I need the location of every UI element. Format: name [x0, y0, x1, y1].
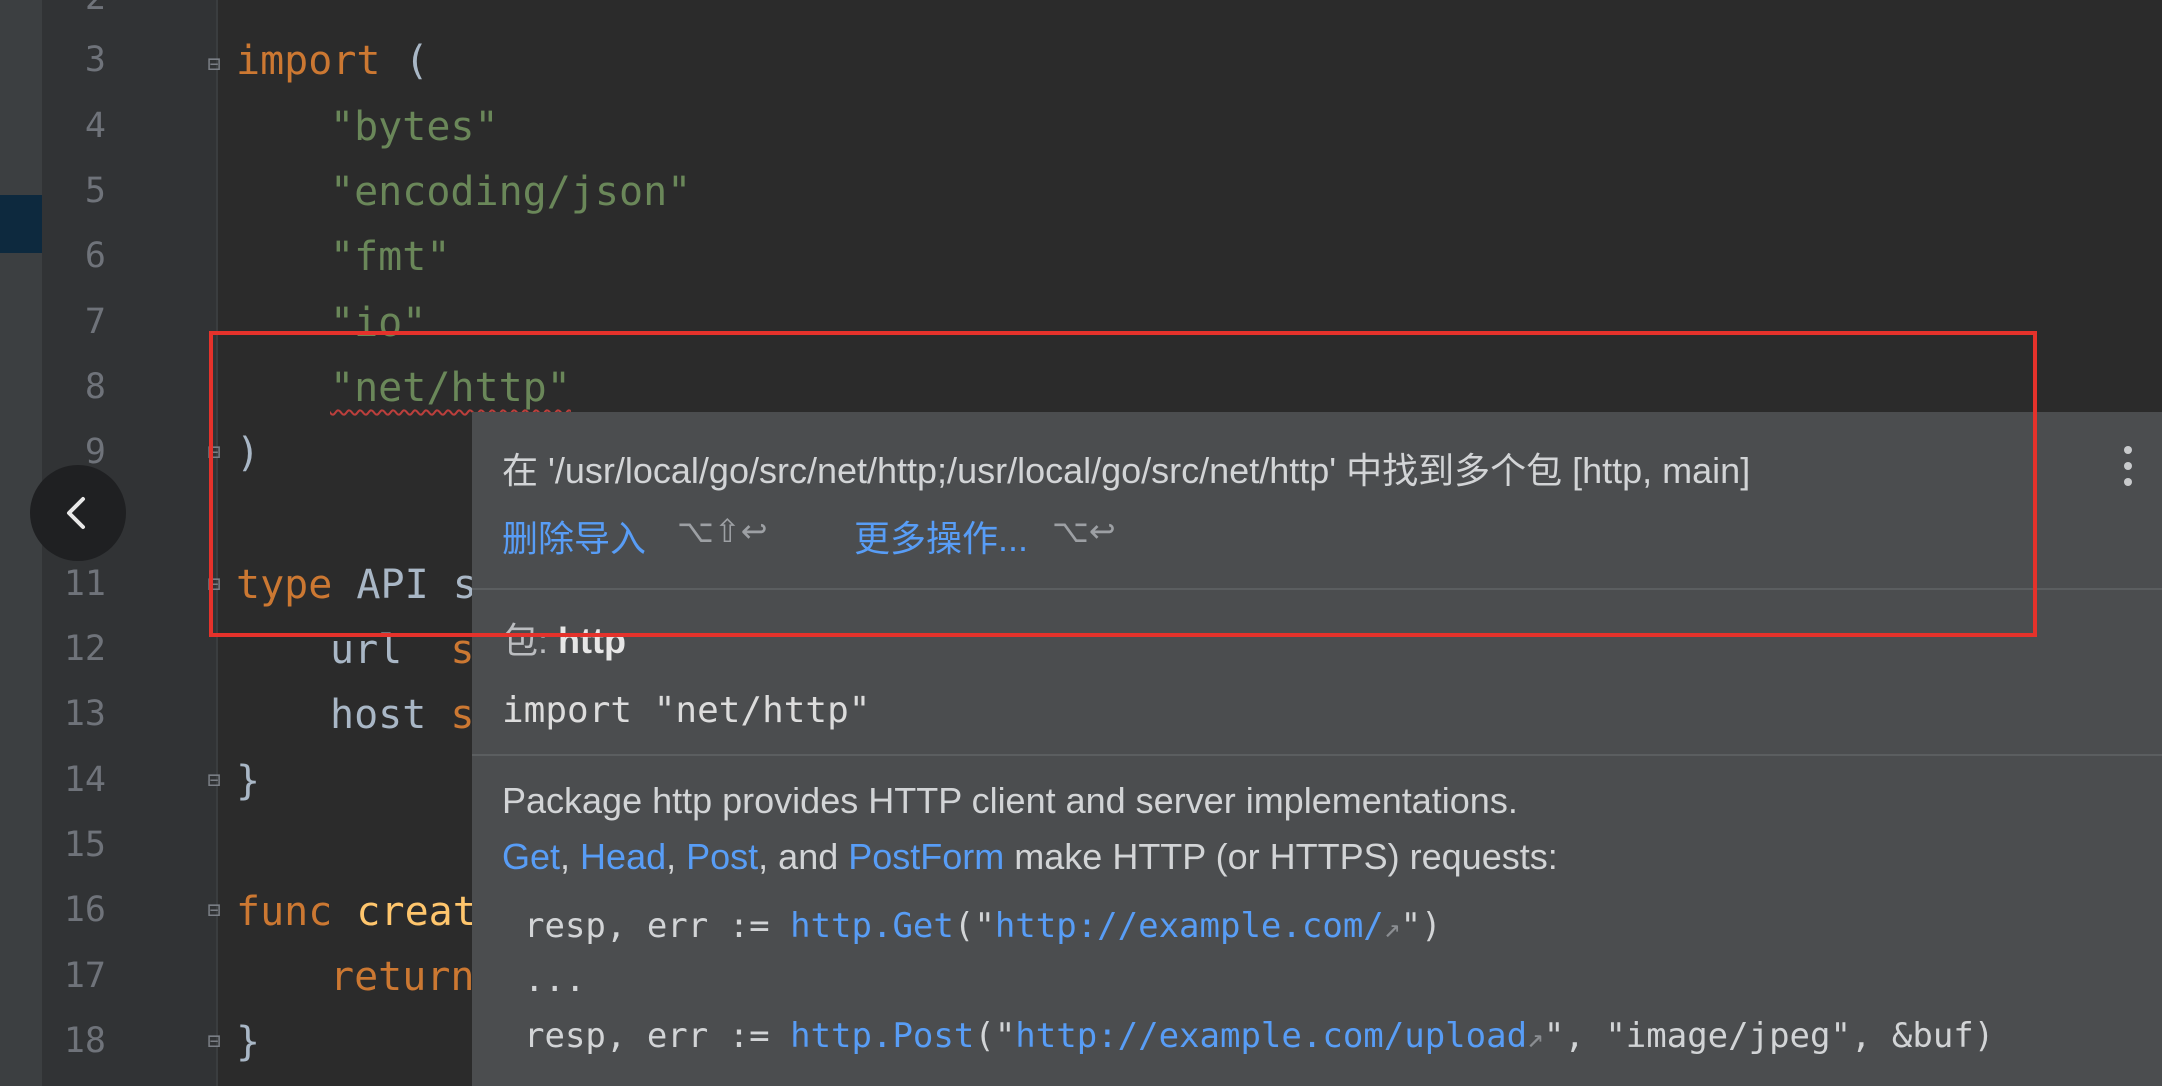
gutter-marker	[0, 195, 42, 253]
line-number: 6	[84, 236, 106, 276]
fold-icon[interactable]: ⊟	[203, 52, 225, 78]
line-number: 2	[42, 0, 106, 18]
example-link-http-post[interactable]: http.Post	[790, 1016, 974, 1056]
doc-link-postform[interactable]: PostForm	[848, 836, 1004, 877]
code-line[interactable]: )	[236, 430, 260, 476]
back-button[interactable]	[30, 465, 126, 561]
line-number: 15	[63, 825, 106, 865]
keyword: func	[236, 889, 333, 935]
code-line[interactable]: import (	[236, 38, 429, 84]
code-line[interactable]: "io"	[330, 300, 426, 346]
code-example-line: resp, err := http.Get("http://example.co…	[524, 906, 1442, 946]
package-label: 包:	[502, 620, 549, 661]
line-number: 8	[84, 367, 106, 407]
line-number: 5	[84, 171, 106, 211]
code-example-line: ...	[524, 960, 586, 1000]
doc-link-get[interactable]: Get	[502, 836, 560, 877]
line-number: 18	[63, 1021, 106, 1061]
code-line[interactable]: host s	[330, 692, 475, 738]
code-line[interactable]: func creat	[236, 889, 477, 935]
external-link-icon: ↗	[1383, 911, 1401, 944]
code-text: s	[450, 692, 475, 738]
code-line[interactable]: url s	[330, 627, 475, 673]
code-example-line: resp, err := http.Post("http://example.c…	[524, 1016, 1994, 1056]
example-text: ", "image/jpeg", &buf)	[1543, 1016, 1995, 1056]
code-line[interactable]: "fmt"	[330, 234, 450, 280]
example-url-link[interactable]: http://example.com/	[995, 906, 1384, 946]
doc-links-line: Get, Head, Post, and PostForm make HTTP …	[502, 836, 1558, 878]
keyword: type	[236, 562, 333, 608]
code-text: (	[380, 38, 429, 84]
popup-header: 在 '/usr/local/go/src/net/http;/usr/local…	[472, 412, 2162, 588]
fold-icon[interactable]: ⊟	[203, 768, 225, 794]
doc-text: , and	[758, 836, 849, 877]
more-vertical-icon[interactable]	[2122, 444, 2134, 488]
code-text: host	[330, 692, 451, 738]
line-number: 11	[63, 564, 106, 604]
divider	[472, 588, 2162, 590]
code-line[interactable]: }	[236, 1019, 260, 1065]
divider	[472, 754, 2162, 756]
remove-import-shortcut: ⌥⇧↩	[677, 513, 768, 549]
line-number: 4	[84, 106, 106, 146]
code-line[interactable]: type API s	[236, 562, 477, 608]
code-line[interactable]: "encoding/json"	[330, 169, 691, 215]
fold-icon[interactable]: ⊟	[203, 1029, 225, 1055]
example-url-link[interactable]: http://example.com/upload	[1015, 1016, 1527, 1056]
doc-link-post[interactable]: Post	[686, 836, 758, 877]
example-text: resp, err :=	[524, 906, 791, 946]
doc-text: make HTTP (or HTTPS) requests:	[1004, 836, 1558, 877]
doc-text: ,	[560, 836, 581, 877]
doc-summary: Package http provides HTTP client and se…	[502, 780, 1518, 821]
doc-link-head[interactable]: Head	[580, 836, 666, 877]
error-message: 在 '/usr/local/go/src/net/http;/usr/local…	[502, 450, 1751, 491]
example-text: ")	[1400, 906, 1442, 946]
code-line[interactable]: "bytes"	[330, 104, 499, 150]
keyword: import	[236, 38, 381, 84]
more-actions-shortcut: ⌥↩	[1052, 513, 1116, 549]
example-text: resp, err :=	[524, 1016, 791, 1056]
line-number: 14	[63, 760, 106, 800]
package-heading: 包: http	[502, 612, 626, 664]
back-arrow-icon	[67, 497, 85, 529]
more-actions-link[interactable]: 更多操作...	[854, 510, 1028, 562]
code-text: s	[450, 627, 475, 673]
import-statement: import "net/http"	[502, 690, 871, 731]
left-tool-strip	[0, 0, 42, 1086]
external-link-icon: ↗	[1527, 1021, 1544, 1054]
doc-text: ,	[666, 836, 687, 877]
line-number: 12	[63, 629, 106, 669]
line-number: 13	[63, 694, 106, 734]
fold-icon[interactable]: ⊟	[203, 572, 225, 598]
example-text: ("	[974, 1016, 1016, 1056]
code-text: creat	[332, 889, 477, 935]
code-text: url	[330, 627, 451, 673]
code-line-error[interactable]: "net/http"	[330, 365, 571, 411]
code-line[interactable]: }	[236, 758, 260, 804]
code-text: API s	[332, 562, 477, 608]
line-number: 17	[63, 956, 106, 996]
remove-import-action[interactable]: 删除导入	[502, 510, 646, 562]
example-link-http-get[interactable]: http.Get	[790, 906, 954, 946]
quick-doc-popup[interactable]: 在 '/usr/local/go/src/net/http;/usr/local…	[472, 412, 2162, 1086]
example-text: ("	[953, 906, 995, 946]
fold-icon[interactable]: ⊟	[203, 898, 225, 924]
package-name: http	[558, 620, 626, 661]
line-number: 3	[84, 40, 106, 80]
fold-icon[interactable]: ⊟	[203, 440, 225, 466]
line-number: 16	[63, 890, 106, 930]
code-line[interactable]: return	[330, 954, 475, 1000]
line-number: 7	[84, 302, 106, 342]
